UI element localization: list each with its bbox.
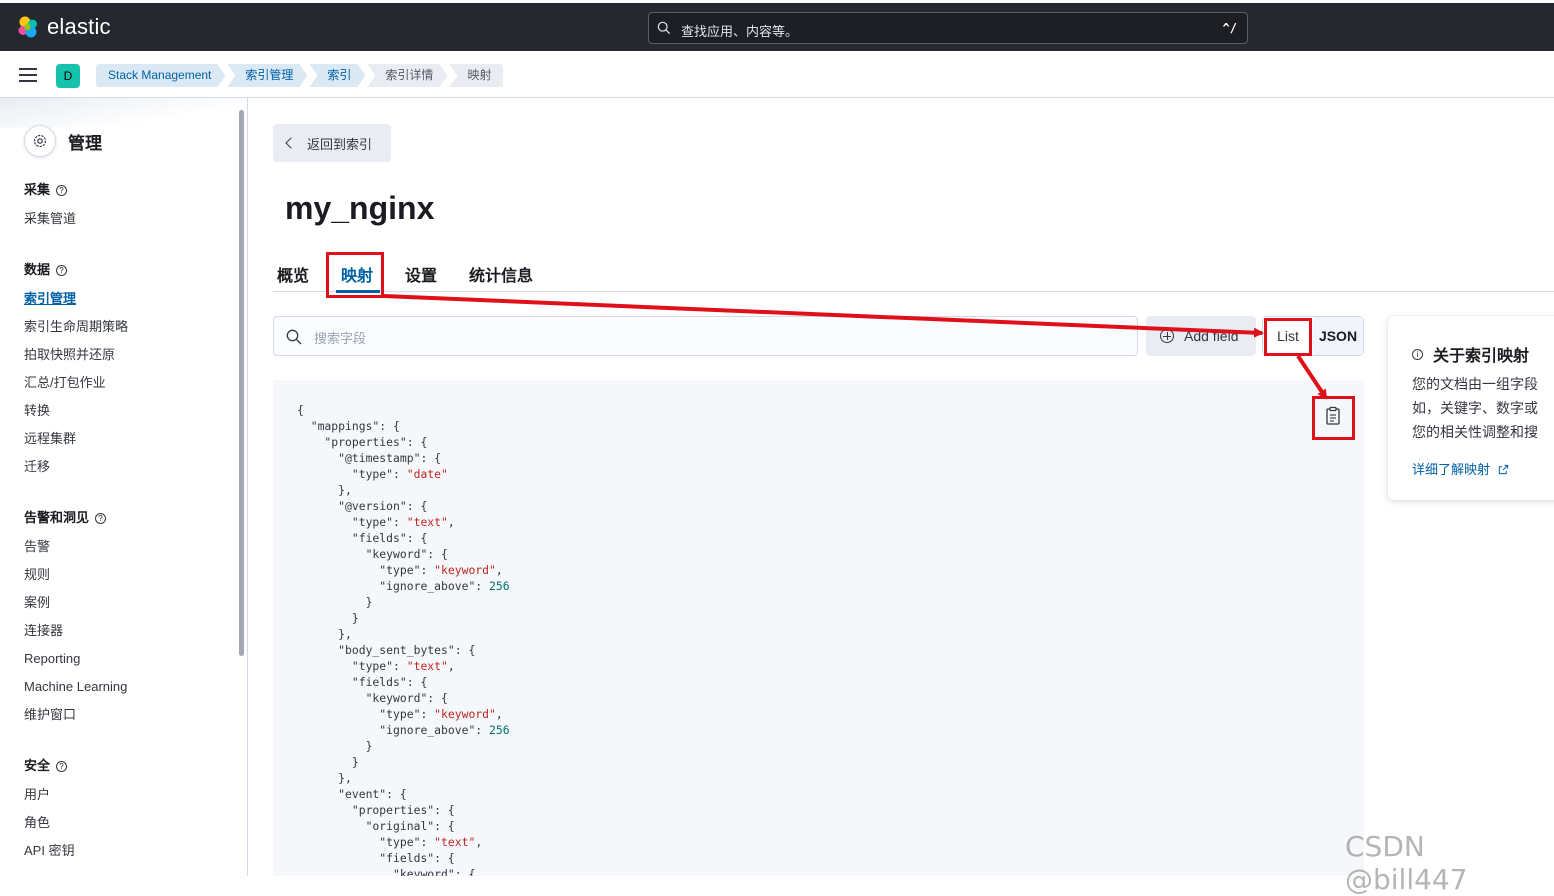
- tab-settings[interactable]: 设置: [405, 262, 437, 286]
- sidebar-header: 管理: [24, 125, 102, 157]
- about-mappings-line: 您的文档由一组字段: [1412, 376, 1538, 392]
- space-avatar[interactable]: D: [56, 64, 80, 88]
- field-search-input[interactable]: 搜索字段: [273, 316, 1138, 356]
- sidebar-group-ingest: 采集? 采集管道: [24, 181, 76, 233]
- mapping-json-code: { "mappings": { "properties": { "@timest…: [297, 403, 510, 876]
- about-mappings-line: 如，关键字、数字或: [1412, 400, 1538, 416]
- help-icon[interactable]: ?: [95, 512, 107, 524]
- sidebar-item-alerts[interactable]: 告警: [24, 533, 127, 561]
- external-link-icon: [1498, 464, 1508, 475]
- global-search-placeholder: 查找应用、内容等。: [681, 24, 799, 39]
- sidebar-item-ilm-policies[interactable]: 索引生命周期策略: [24, 313, 128, 341]
- gear-icon: [24, 125, 56, 157]
- breadcrumb-index-details: 索引详情: [367, 64, 447, 87]
- sidebar-item-reporting[interactable]: Reporting: [24, 645, 127, 673]
- sidebar-item-api-keys[interactable]: API 密钥: [24, 837, 75, 865]
- back-to-indices-button[interactable]: 返回到索引: [273, 124, 391, 162]
- back-button-label: 返回到索引: [307, 136, 373, 152]
- sidebar-item-rollup-jobs[interactable]: 汇总/打包作业: [24, 369, 128, 397]
- sidebar-item-migrate[interactable]: 迁移: [24, 453, 128, 481]
- watermark: CSDN @bill447: [1345, 830, 1468, 896]
- main-content: 返回到索引 my_nginx 概览 映射 设置 统计信息 搜索字段 Add fi…: [249, 98, 1554, 876]
- search-icon: [286, 329, 302, 345]
- field-search-placeholder: 搜索字段: [314, 331, 367, 346]
- brand-name[interactable]: elastic: [47, 15, 111, 39]
- sidebar-group-title: 告警和洞见: [24, 510, 90, 525]
- breadcrumb-bar: D Stack Management 索引管理 索引 索引详情 映射: [0, 51, 1554, 98]
- annotation-box-list-button: [1264, 318, 1312, 356]
- elastic-logo-icon[interactable]: [16, 15, 40, 39]
- global-search-input[interactable]: 查找应用、内容等。 ^/: [648, 12, 1248, 44]
- about-mappings-line: 您的相关性调整和搜: [1412, 424, 1538, 440]
- hamburger-menu-icon[interactable]: [19, 68, 37, 82]
- index-details-tabs: 概览 映射 设置 统计信息: [273, 258, 1554, 293]
- plus-in-circle-icon: [1160, 329, 1174, 343]
- help-icon[interactable]: ?: [56, 184, 68, 196]
- search-icon: [657, 21, 671, 35]
- add-field-label: Add field: [1184, 328, 1239, 344]
- sidebar-group-title: 数据: [24, 262, 51, 277]
- sidebar-item-rules[interactable]: 规则: [24, 561, 127, 589]
- sidebar-item-maintenance-windows[interactable]: 维护窗口: [24, 701, 127, 729]
- about-mappings-title: 关于索引映射: [1433, 348, 1530, 365]
- breadcrumb-stack-management[interactable]: Stack Management: [96, 64, 225, 87]
- help-icon[interactable]: ?: [56, 760, 68, 772]
- breadcrumb: Stack Management 索引管理 索引 索引详情 映射: [96, 64, 505, 87]
- top-header: elastic 查找应用、内容等。 ^/: [0, 3, 1554, 51]
- sidebar-item-cases[interactable]: 案例: [24, 589, 127, 617]
- sidebar-item-ingest-pipelines[interactable]: 采集管道: [24, 205, 76, 233]
- sidebar-item-index-management[interactable]: 索引管理: [24, 285, 128, 313]
- page-title: my_nginx: [285, 190, 435, 226]
- breadcrumb-index-management[interactable]: 索引管理: [227, 64, 307, 87]
- sidebar-group-title: 安全: [24, 758, 51, 773]
- json-view-button[interactable]: JSON: [1313, 317, 1363, 355]
- sidebar-group-security: 安全? 用户 角色 API 密钥: [24, 757, 75, 865]
- info-icon: i: [1412, 348, 1423, 360]
- tab-statistics[interactable]: 统计信息: [469, 262, 533, 286]
- management-sidebar: 管理 采集? 采集管道 数据? 索引管理 索引生命周期策略 拍取快照并还原 汇总…: [0, 98, 248, 876]
- annotation-box-copy-icon: [1312, 396, 1355, 440]
- help-icon[interactable]: ?: [56, 264, 68, 276]
- sidebar-item-remote-clusters[interactable]: 远程集群: [24, 425, 128, 453]
- chevron-left-icon: [285, 137, 297, 149]
- sidebar-group-alerts-insights: 告警和洞见? 告警 规则 案例 连接器 Reporting Machine Le…: [24, 509, 127, 729]
- annotation-box-mappings-tab: [326, 252, 384, 298]
- sidebar-item-transforms[interactable]: 转换: [24, 397, 128, 425]
- sidebar-item-connectors[interactable]: 连接器: [24, 617, 127, 645]
- breadcrumb-mappings: 映射: [449, 64, 504, 87]
- learn-more-mappings-link[interactable]: 详细了解映射: [1412, 459, 1509, 478]
- tab-overview[interactable]: 概览: [277, 262, 309, 286]
- sidebar-item-snapshot-restore[interactable]: 拍取快照并还原: [24, 341, 128, 369]
- about-mappings-text: 您的文档由一组字段 如，关键字、数字或 您的相关性调整和搜: [1412, 372, 1554, 444]
- sidebar-group-title: 采集: [24, 182, 51, 197]
- about-mappings-card: i 关于索引映射 您的文档由一组字段 如，关键字、数字或 您的相关性调整和搜 详…: [1388, 316, 1554, 500]
- sidebar-title: 管理: [68, 133, 102, 153]
- sidebar-item-users[interactable]: 用户: [24, 781, 75, 809]
- search-shortcut-hint: ^/: [1222, 21, 1237, 35]
- mapping-json-code-block: { "mappings": { "properties": { "@timest…: [273, 380, 1364, 876]
- sidebar-item-roles[interactable]: 角色: [24, 809, 75, 837]
- breadcrumb-indices[interactable]: 索引: [309, 64, 365, 87]
- sidebar-item-machine-learning[interactable]: Machine Learning: [24, 673, 127, 701]
- sidebar-group-data: 数据? 索引管理 索引生命周期策略 拍取快照并还原 汇总/打包作业 转换 远程集…: [24, 261, 128, 481]
- sidebar-scrollbar[interactable]: [239, 110, 244, 656]
- add-field-button[interactable]: Add field: [1146, 316, 1256, 356]
